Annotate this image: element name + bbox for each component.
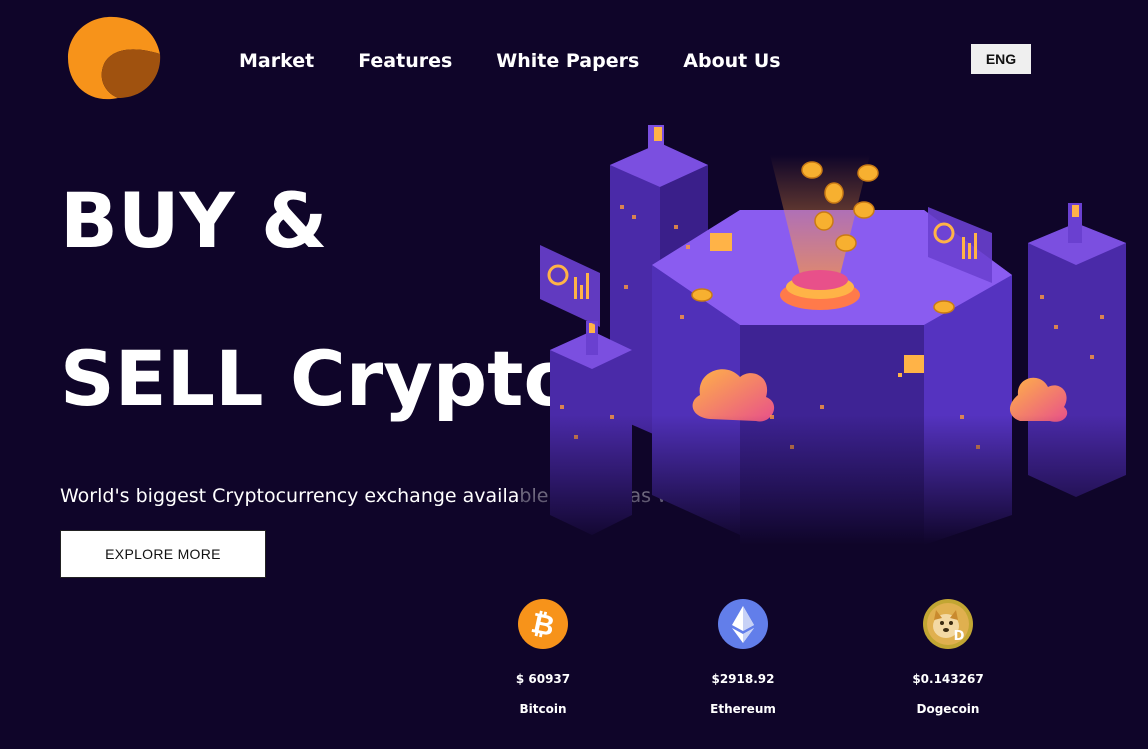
explore-more-button[interactable]: EXPLORE MORE <box>60 530 266 578</box>
main-nav: Market Features White Papers About Us <box>239 48 825 74</box>
ethereum-name: Ethereum <box>710 702 776 716</box>
nav-item-white-papers[interactable]: White Papers <box>496 48 639 74</box>
bitcoin-name: Bitcoin <box>519 702 567 716</box>
coin-dogecoin[interactable]: D $0.143267 Dogecoin <box>888 598 1008 716</box>
ethereum-icon <box>718 599 768 649</box>
coin-ethereum[interactable]: $2918.92 Ethereum <box>683 598 803 716</box>
hero-title-line2: SELL Crypto <box>60 334 576 423</box>
ethereum-price: $2918.92 <box>711 672 775 686</box>
coin-bitcoin[interactable]: ₿ $ 60937 Bitcoin <box>483 598 603 716</box>
language-button[interactable]: ENG <box>971 44 1031 74</box>
nav-item-about-us[interactable]: About Us <box>683 48 780 74</box>
crypto-city-illustration <box>520 125 1148 545</box>
landing-page: Market Features White Papers About Us EN… <box>0 0 1148 749</box>
nav-item-market[interactable]: Market <box>239 48 314 74</box>
svg-text:D: D <box>954 629 965 644</box>
hero-title-line1: BUY & <box>60 176 328 265</box>
crescent-logo-icon[interactable] <box>64 12 162 104</box>
dogecoin-icon: D <box>923 599 973 649</box>
dogecoin-name: Dogecoin <box>916 702 980 716</box>
nav-item-features[interactable]: Features <box>358 48 452 74</box>
bitcoin-price: $ 60937 <box>515 672 571 686</box>
dogecoin-price: $0.143267 <box>912 672 984 686</box>
bitcoin-icon: ₿ <box>518 599 568 649</box>
